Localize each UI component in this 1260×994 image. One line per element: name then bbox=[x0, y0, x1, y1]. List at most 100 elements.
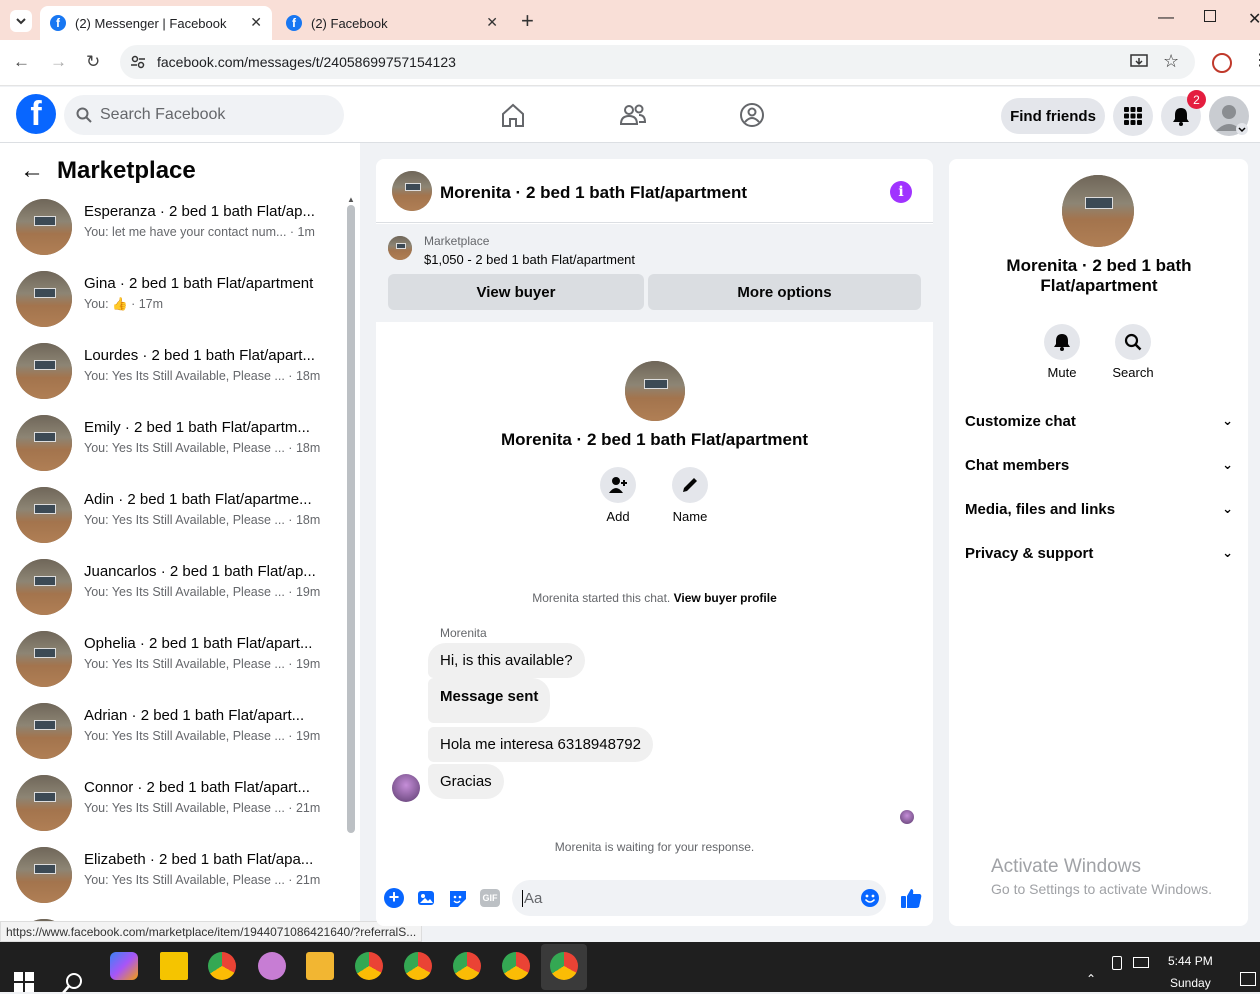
sticker-icon[interactable] bbox=[448, 888, 468, 908]
back-arrow-icon[interactable]: ← bbox=[20, 157, 44, 185]
minimize-icon[interactable]: — bbox=[1158, 9, 1174, 27]
chrome-profile-icon[interactable] bbox=[502, 952, 530, 980]
avatar bbox=[16, 631, 72, 687]
message-bubble[interactable]: Hi, is this available? bbox=[428, 643, 585, 678]
scrollbar[interactable] bbox=[347, 205, 355, 833]
listing-thumbnail bbox=[388, 236, 412, 260]
file-explorer-icon[interactable] bbox=[306, 952, 334, 980]
tab-search-button[interactable] bbox=[10, 10, 32, 32]
conversation-name: Esperanza · 2 bed 1 bath Flat/ap... bbox=[84, 203, 315, 220]
add-label: Add bbox=[606, 509, 630, 524]
restore-icon[interactable] bbox=[1204, 10, 1216, 22]
message-bubble[interactable]: Message sent bbox=[428, 678, 551, 723]
copilot-icon[interactable] bbox=[110, 952, 138, 980]
reload-icon[interactable]: ↻ bbox=[86, 52, 100, 72]
windows-start-icon[interactable] bbox=[14, 972, 34, 992]
image-icon[interactable] bbox=[416, 888, 436, 908]
profile-avatar[interactable] bbox=[1062, 175, 1134, 247]
close-icon[interactable]: ✕ bbox=[486, 14, 498, 31]
menu-dots-icon[interactable]: ⋮ bbox=[1252, 50, 1260, 70]
close-icon[interactable]: ✕ bbox=[250, 14, 262, 31]
chat-members-section[interactable]: Chat members ⌄ bbox=[965, 457, 1233, 474]
facebook-logo[interactable]: f bbox=[16, 94, 56, 134]
notification-center-icon[interactable] bbox=[1240, 972, 1256, 986]
paint-icon[interactable] bbox=[258, 952, 286, 980]
search-input[interactable]: Search Facebook bbox=[64, 95, 344, 135]
clock-day[interactable]: Sunday bbox=[1170, 976, 1211, 990]
conversation-item[interactable]: Adin · 2 bed 1 bath Flat/apartme... You: … bbox=[0, 481, 345, 553]
avatar[interactable] bbox=[392, 171, 432, 211]
avatar bbox=[16, 703, 72, 759]
view-buyer-profile-link[interactable]: View buyer profile bbox=[674, 591, 777, 605]
find-friends-button[interactable]: Find friends bbox=[1001, 98, 1105, 134]
listing-title[interactable]: $1,050 - 2 bed 1 bath Flat/apartment bbox=[424, 252, 635, 267]
search-button[interactable] bbox=[1115, 324, 1151, 360]
add-button[interactable] bbox=[600, 467, 636, 503]
sender-avatar[interactable] bbox=[392, 774, 420, 802]
conversation-preview: You: Yes Its Still Available, Please ...… bbox=[84, 585, 320, 599]
site-settings-icon[interactable] bbox=[130, 54, 146, 70]
like-icon[interactable] bbox=[899, 886, 923, 910]
name-button[interactable] bbox=[672, 467, 708, 503]
preview-text: You: let me have your contact num... · 1… bbox=[84, 225, 315, 239]
battery-icon[interactable] bbox=[1112, 956, 1122, 970]
home-icon[interactable] bbox=[499, 101, 527, 129]
customize-chat-section[interactable]: Customize chat ⌄ bbox=[965, 413, 1233, 430]
conversation-item[interactable]: Esperanza · 2 bed 1 bath Flat/ap... You: … bbox=[0, 193, 345, 265]
conversation-item[interactable]: Emily · 2 bed 1 bath Flat/apartm... You: … bbox=[0, 409, 345, 481]
gif-icon[interactable]: GIF bbox=[480, 889, 500, 907]
conversation-item[interactable]: Connor · 2 bed 1 bath Flat/apart... You: … bbox=[0, 769, 345, 841]
message-input[interactable]: Aa bbox=[512, 880, 886, 916]
chrome-profile-icon[interactable] bbox=[550, 952, 578, 980]
tab-messenger[interactable]: f (2) Messenger | Facebook ✕ bbox=[40, 6, 272, 40]
media-files-links-section[interactable]: Media, files and links ⌄ bbox=[965, 501, 1233, 518]
mute-button[interactable] bbox=[1044, 324, 1080, 360]
account-avatar[interactable] bbox=[1209, 96, 1249, 136]
chrome-profile-icon[interactable] bbox=[355, 952, 383, 980]
bookmark-star-icon[interactable]: ☆ bbox=[1163, 51, 1179, 72]
url-input[interactable]: facebook.com/messages/t/2405869975715412… bbox=[120, 45, 1195, 79]
plus-icon[interactable]: + bbox=[384, 888, 404, 908]
message-bubble[interactable]: Hola me interesa 6318948792 bbox=[428, 727, 653, 762]
sticky-notes-icon[interactable] bbox=[160, 952, 188, 980]
conversation-item[interactable]: Elizabeth · 2 bed 1 bath Flat/apa... You:… bbox=[0, 841, 345, 913]
chrome-profile-icon[interactable] bbox=[453, 952, 481, 980]
more-options-button[interactable]: More options bbox=[648, 274, 921, 310]
window-close-icon[interactable]: ✕ bbox=[1248, 9, 1260, 29]
profile-icon[interactable] bbox=[1212, 53, 1232, 73]
conversation-item[interactable]: Ophelia · 2 bed 1 bath Flat/apart... You:… bbox=[0, 625, 345, 697]
url-text: facebook.com/messages/t/2405869975715412… bbox=[157, 54, 456, 70]
preview-text: You: Yes Its Still Available, Please ...… bbox=[84, 369, 321, 383]
tray-chevron-icon[interactable]: ⌃ bbox=[1086, 972, 1096, 986]
profile-avatar[interactable] bbox=[625, 361, 685, 421]
chrome-profile-icon[interactable] bbox=[404, 952, 432, 980]
preview-text: You: Yes Its Still Available, Please ...… bbox=[84, 513, 321, 527]
info-icon[interactable]: i bbox=[890, 181, 912, 203]
scroll-up-icon[interactable]: ▲ bbox=[347, 195, 355, 204]
conversation-name: Ophelia · 2 bed 1 bath Flat/apart... bbox=[84, 635, 313, 652]
conversation-preview: You: Yes Its Still Available, Please ...… bbox=[84, 369, 320, 383]
chat-title[interactable]: Morenita · 2 bed 1 bath Flat/apartment bbox=[440, 183, 747, 203]
conversation-item[interactable]: Gina · 2 bed 1 bath Flat/apartment You: 👍… bbox=[0, 265, 345, 337]
view-buyer-button[interactable]: View buyer bbox=[388, 274, 644, 310]
clock-time[interactable]: 5:44 PM bbox=[1168, 954, 1213, 968]
install-icon[interactable] bbox=[1130, 53, 1148, 71]
message-bubble[interactable]: Gracias bbox=[428, 764, 504, 799]
add-person-icon bbox=[609, 477, 627, 493]
back-icon[interactable]: ← bbox=[13, 52, 30, 72]
groups-icon[interactable] bbox=[738, 101, 766, 129]
forward-icon[interactable]: → bbox=[50, 52, 67, 72]
network-icon[interactable] bbox=[1133, 957, 1149, 968]
privacy-support-section[interactable]: Privacy & support ⌄ bbox=[965, 545, 1233, 562]
mute-label: Mute bbox=[1047, 365, 1077, 380]
chrome-icon[interactable] bbox=[208, 952, 236, 980]
tab-facebook[interactable]: f (2) Facebook ✕ bbox=[276, 6, 508, 40]
menu-button[interactable] bbox=[1113, 96, 1153, 136]
new-tab-icon[interactable]: + bbox=[521, 8, 534, 34]
emoji-icon[interactable] bbox=[860, 888, 880, 908]
friends-icon[interactable] bbox=[619, 101, 647, 129]
conversation-item[interactable]: Lourdes · 2 bed 1 bath Flat/apart... You:… bbox=[0, 337, 345, 409]
conversation-item[interactable]: Adrian · 2 bed 1 bath Flat/apart... You: … bbox=[0, 697, 345, 769]
search-icon[interactable] bbox=[62, 972, 84, 994]
conversation-item[interactable]: Juancarlos · 2 bed 1 bath Flat/ap... You:… bbox=[0, 553, 345, 625]
